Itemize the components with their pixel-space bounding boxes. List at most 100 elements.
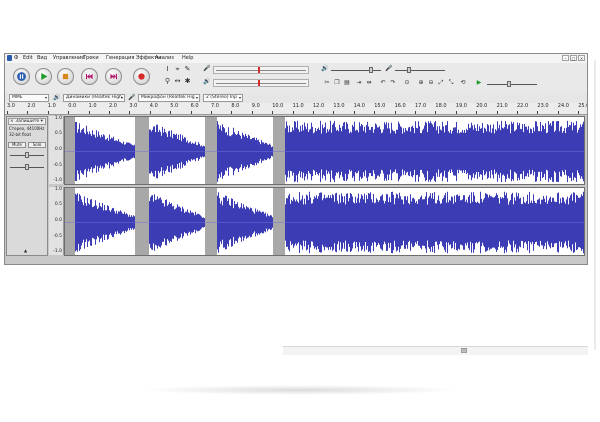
ruler-tick-label: 3.0: [7, 103, 15, 109]
menu-analyze[interactable]: Анализ: [155, 55, 174, 62]
scrollbar-thumb[interactable]: |||: [461, 348, 467, 353]
gain-slider[interactable]: [10, 152, 44, 158]
ruler-tick-mark: [149, 111, 151, 114]
play-button[interactable]: [35, 68, 52, 85]
ruler-tick-label: 4.0: [149, 103, 158, 109]
ruler-tick-label: 17.0: [415, 103, 427, 109]
unselected-region: [205, 117, 217, 184]
undo-icon[interactable]: ↶: [379, 79, 387, 87]
ruler-tick-mark: [435, 111, 437, 114]
copy-icon[interactable]: ❐: [333, 79, 341, 87]
envelope-tool-icon[interactable]: ⌖: [173, 65, 182, 74]
input-volume-slider[interactable]: [395, 67, 445, 73]
selection-tool-icon[interactable]: I: [163, 65, 172, 74]
ruler-tick-mark: [272, 111, 274, 114]
menu-generate[interactable]: Генерация: [106, 55, 134, 62]
play-meter-icon[interactable]: 🔊: [203, 78, 211, 86]
menu-edit[interactable]: Edit: [23, 55, 33, 62]
input-device-select[interactable]: Микрофон (Realtek Hig ▾: [138, 94, 200, 102]
ruler-tick-mark: [333, 111, 335, 114]
zoom-out-icon[interactable]: ⊖: [427, 79, 435, 87]
draw-tool-icon[interactable]: ✎: [183, 65, 192, 74]
timeshift-tool-icon[interactable]: ↔: [173, 77, 182, 86]
silence-icon[interactable]: ⇹: [365, 79, 373, 87]
record-meter[interactable]: [213, 66, 309, 74]
menu-tracks[interactable]: Треки: [83, 55, 99, 62]
trim-icon[interactable]: ⇥: [355, 79, 363, 87]
fit-project-icon[interactable]: ⤡: [447, 79, 455, 87]
pan-slider[interactable]: [10, 164, 44, 170]
input-channels-select[interactable]: 2 (Stereo) Inp ▾: [203, 94, 243, 102]
ruler-tick-mark: [251, 111, 253, 114]
minimize-icon[interactable]: –: [562, 55, 569, 61]
collapse-track-icon[interactable]: ▲: [24, 248, 27, 253]
play-speed-slider[interactable]: [487, 81, 537, 87]
skip-start-button[interactable]: [81, 68, 98, 85]
ruler-tick-mark: [353, 111, 355, 114]
paste-icon[interactable]: ▤: [343, 79, 351, 87]
stop-button[interactable]: [57, 68, 74, 85]
timeline-ruler[interactable]: 3.0 2.0 1.0 0.0 1.0 2.0 3.0 4.0 5.0 6.0 7.0 8.0 9.0 1…: [5, 103, 587, 115]
track-close-icon[interactable]: ×: [10, 119, 14, 124]
ruler-tick-label: 11.0: [292, 103, 304, 109]
play-meter[interactable]: [213, 79, 309, 87]
menu-view[interactable]: Вид: [37, 55, 47, 62]
tools-toolbar: I ⌖ ✎ ⚲ ↔ ✱: [163, 65, 201, 91]
redo-icon[interactable]: ↷: [389, 79, 397, 87]
menu-control[interactable]: Управление: [53, 55, 84, 62]
close-icon[interactable]: ×: [578, 55, 585, 61]
audio-host-select[interactable]: MME ▾: [9, 94, 49, 102]
unselected-region: [65, 188, 75, 255]
zoom-tool-icon[interactable]: ⚲: [163, 77, 172, 86]
ruler-tick-mark: [129, 111, 131, 114]
maximize-icon[interactable]: □: [570, 55, 577, 61]
ruler-tick-label: 25.0: [578, 103, 587, 109]
scale-label: 1.0: [54, 116, 62, 121]
reflection-shadow: [140, 385, 460, 395]
menu-file[interactable]: Ф: [14, 55, 18, 62]
ruler-tick-label: 12.0: [313, 103, 325, 109]
horizontal-scrollbar[interactable]: |||: [283, 346, 588, 355]
play-icon: [41, 72, 48, 81]
output-volume-icon: 🔊: [321, 65, 329, 72]
track-name-menu[interactable]: × Запишите ▾: [8, 118, 46, 125]
play-at-speed-icon[interactable]: ▶: [475, 79, 483, 87]
cut-icon[interactable]: ✂: [323, 79, 331, 87]
mute-button[interactable]: Mute: [8, 142, 26, 148]
zoom-in-icon[interactable]: ⊕: [417, 79, 425, 87]
speaker-icon: 🔊: [53, 94, 61, 101]
scale-label: 0.5: [54, 202, 62, 207]
fit-selection-icon[interactable]: ⤢: [437, 79, 445, 87]
record-button[interactable]: [133, 68, 150, 85]
menu-help[interactable]: Help: [182, 55, 193, 62]
multi-tool-icon[interactable]: ✱: [183, 77, 192, 86]
vertical-scale-right: 1.0 0.5 0.0 -0.5 -1.0: [49, 187, 64, 255]
skip-end-button[interactable]: [105, 68, 122, 85]
output-volume-slider[interactable]: [331, 67, 381, 73]
ruler-tick-label: 13.0: [333, 103, 345, 109]
output-device-value: Динамики (Realtek High: [66, 95, 122, 100]
waveform-channel-left[interactable]: [64, 116, 585, 185]
window-controls: – □ ×: [561, 55, 585, 62]
track-area: × Запишите ▾ Стерео, 44100Hz 32-bit floa…: [5, 115, 587, 264]
ruler-tick-mark: [557, 111, 559, 114]
scale-label: -0.5: [53, 234, 62, 239]
waveform-left-svg: [65, 117, 584, 184]
track-control-panel[interactable]: × Запишите ▾ Стерео, 44100Hz 32-bit floa…: [6, 116, 48, 256]
ruler-tick-label: 18.0: [435, 103, 447, 109]
record-meter-icon[interactable]: 🎤: [203, 65, 211, 73]
sync-lock-icon[interactable]: ⊙: [403, 79, 411, 87]
pause-button[interactable]: [13, 68, 30, 85]
waveform-channel-right[interactable]: [64, 187, 585, 256]
ruler-tick-label: 16.0: [394, 103, 406, 109]
ruler-tick-label: 5.0: [170, 103, 179, 109]
solo-button[interactable]: Solo: [28, 142, 46, 148]
zoom-toggle-icon[interactable]: ⟲: [459, 79, 467, 87]
ruler-tick-label: 1.0: [47, 103, 56, 109]
scale-label: -1.0: [53, 178, 62, 183]
ruler-tick-label: 2.0: [27, 103, 36, 109]
ruler-tick-mark: [476, 111, 478, 114]
output-device-select[interactable]: Динамики (Realtek High ▾: [63, 94, 125, 102]
vertical-scale-left: 1.0 0.5 0.0 -0.5 -1.0: [49, 116, 64, 184]
record-icon: [138, 73, 145, 80]
